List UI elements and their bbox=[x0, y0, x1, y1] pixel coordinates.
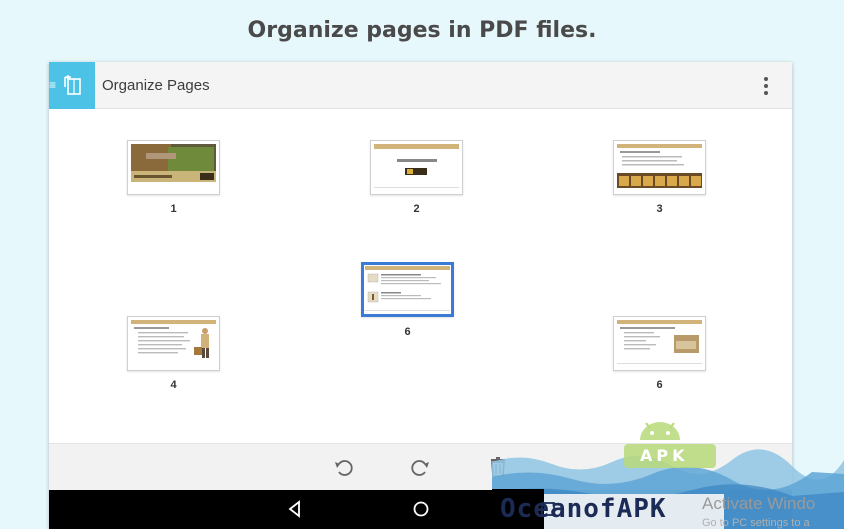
page-6-dragged-preview bbox=[365, 266, 450, 311]
page-thumbnail[interactable] bbox=[127, 140, 220, 195]
page-thumbnail-selected[interactable] bbox=[361, 262, 454, 317]
document-pages-icon bbox=[64, 75, 81, 95]
page-number: 6 bbox=[404, 326, 411, 338]
page-number: 4 bbox=[170, 379, 177, 391]
rotate-left-icon[interactable] bbox=[333, 456, 355, 478]
nav-drawer-toggle[interactable]: ≡ bbox=[49, 62, 95, 109]
activate-windows-text: Activate Windo bbox=[702, 494, 816, 513]
page-thumbnail[interactable] bbox=[613, 140, 706, 195]
page-4-preview bbox=[131, 320, 216, 358]
hamburger-icon: ≡ bbox=[49, 78, 57, 92]
page-thumbnail[interactable] bbox=[127, 316, 220, 371]
page-grid: 1 2 3 6 4 6 bbox=[49, 109, 792, 443]
rotate-right-icon[interactable] bbox=[409, 456, 431, 478]
page-3-preview bbox=[617, 144, 702, 188]
page-6-preview bbox=[617, 320, 702, 364]
page-thumbnail[interactable] bbox=[613, 316, 706, 371]
page-thumbnail[interactable] bbox=[370, 140, 463, 195]
page-1-preview bbox=[131, 144, 216, 182]
page-number: 2 bbox=[413, 203, 420, 215]
app-title: Organize Pages bbox=[102, 77, 210, 94]
watermark-brand: OceanofAPK bbox=[500, 494, 667, 524]
page-number: 3 bbox=[656, 203, 663, 215]
page-number: 6 bbox=[656, 379, 663, 391]
app-bar: ≡ Organize Pages bbox=[49, 62, 792, 109]
page-heading: Organize pages in PDF files. bbox=[247, 18, 597, 43]
apk-badge: APK bbox=[640, 446, 689, 465]
activate-windows-subtext: Go to PC settings to a bbox=[702, 517, 810, 529]
more-vert-icon[interactable] bbox=[756, 75, 776, 97]
page-number: 1 bbox=[170, 203, 177, 215]
back-icon[interactable] bbox=[285, 499, 305, 519]
home-icon[interactable] bbox=[411, 499, 431, 519]
page-2-preview bbox=[374, 144, 459, 188]
